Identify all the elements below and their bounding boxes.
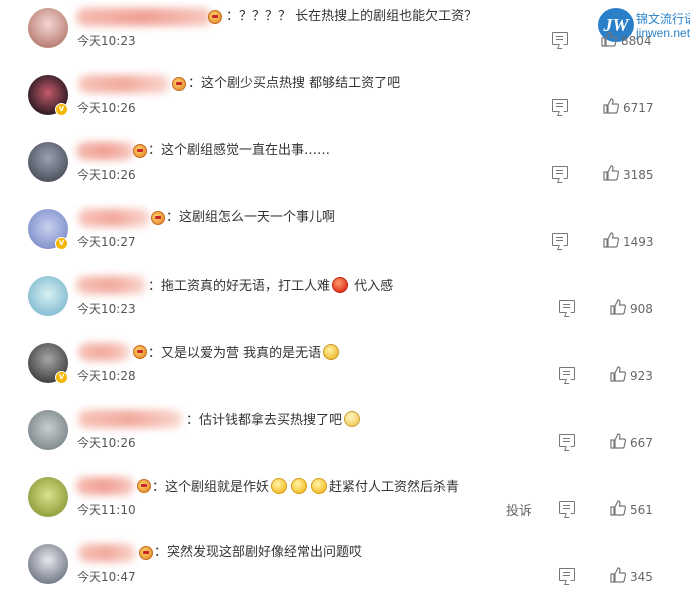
reply-icon[interactable]	[559, 300, 575, 313]
verified-badge-icon: V	[55, 371, 68, 384]
reply-icon[interactable]	[559, 434, 575, 447]
comment-time: 今天10:47	[77, 570, 136, 584]
username-blurred[interactable]	[76, 477, 134, 495]
comment-text: ：这个剧组感觉一直在出事……	[148, 143, 331, 158]
avatar[interactable]	[28, 8, 68, 48]
like-icon[interactable]	[603, 165, 619, 181]
comment-time: 今天10:28	[77, 369, 136, 383]
reply-icon[interactable]	[552, 99, 568, 112]
username-blurred[interactable]	[78, 75, 170, 93]
avatar[interactable]	[28, 477, 68, 517]
comment-text: ：？？？？ 长在热搜上的剧组也能欠工资？	[226, 9, 478, 24]
comment-item: ：这个剧组就是作妖 赶紧付人工资然后杀青 今天11:10 投诉 561	[0, 469, 690, 536]
verified-badge-icon: V	[55, 103, 68, 116]
comment-text-part: 赶紧付人工资然后杀青	[329, 480, 460, 495]
comment-item: ：拖工资真的好无语，打工人难 代入感 今天10:23 908	[0, 268, 690, 335]
like-icon[interactable]	[610, 567, 626, 583]
avatar[interactable]	[28, 410, 68, 450]
like-count: 3185	[623, 168, 654, 182]
comment-time: 今天11:10	[77, 503, 136, 517]
username-blurred[interactable]	[78, 544, 136, 562]
cat-emoji-icon	[344, 411, 361, 427]
tired-emoji-icon	[323, 344, 340, 360]
comment-item: V ：这剧组怎么一天一个事儿啊 今天10:27 1493	[0, 201, 690, 268]
like-count: 1493	[623, 235, 654, 249]
like-icon[interactable]	[610, 433, 626, 449]
comment-item: ：突然发现这部剧好像经常出问题哎 今天10:47 345	[0, 536, 690, 603]
username-blurred[interactable]	[78, 410, 182, 428]
comment-item: ：这个剧组感觉一直在出事…… 今天10:26 3185	[0, 134, 690, 201]
smile-emoji-icon	[271, 478, 288, 494]
username-blurred[interactable]	[78, 343, 130, 361]
like-icon[interactable]	[610, 500, 626, 516]
comment-text-part: ：这个剧组就是作妖	[152, 480, 270, 495]
fan-badge-icon	[172, 77, 186, 91]
reply-icon[interactable]	[552, 32, 568, 45]
username-blurred[interactable]	[76, 276, 146, 294]
angry-emoji-icon	[332, 277, 349, 293]
comment-item: V ：又是以爱为营 我真的是无语 今天10:28 923	[0, 335, 690, 402]
comment-text: ：这个剧组就是作妖 赶紧付人工资然后杀青	[152, 478, 459, 496]
fan-badge-icon	[133, 345, 147, 359]
avatar[interactable]	[28, 544, 68, 584]
comment-text-part: ：又是以爱为营 我真的是无语	[148, 346, 322, 361]
comment-item: V ：这个剧少买点热搜 都够结工资了吧 今天10:26 6717	[0, 67, 690, 134]
comment-text: ：又是以爱为营 我真的是无语	[148, 344, 341, 362]
reply-icon[interactable]	[559, 367, 575, 380]
comment-item: ：？？？？ 长在热搜上的剧组也能欠工资？ 今天10:23 8804	[0, 0, 690, 67]
reply-icon[interactable]	[552, 233, 568, 246]
comment-text: ：估计钱都拿去买热搜了吧	[186, 411, 362, 429]
like-count: 667	[630, 436, 653, 450]
fan-badge-icon	[139, 546, 153, 560]
like-icon[interactable]	[603, 232, 619, 248]
reply-icon[interactable]	[552, 166, 568, 179]
comment-time: 今天10:23	[77, 34, 136, 48]
comment-time: 今天10:27	[77, 235, 136, 249]
username-blurred[interactable]	[76, 8, 212, 26]
comment-time: 今天10:26	[77, 168, 136, 182]
fan-badge-icon	[208, 10, 222, 24]
like-icon[interactable]	[603, 98, 619, 114]
comment-text: ：突然发现这部剧好像经常出问题哎	[154, 545, 363, 560]
like-icon[interactable]	[601, 31, 617, 47]
comment-text: ：这剧组怎么一天一个事儿啊	[166, 210, 336, 225]
like-count: 561	[630, 503, 653, 517]
reply-icon[interactable]	[559, 568, 575, 581]
username-blurred[interactable]	[78, 209, 150, 227]
fan-badge-icon	[133, 144, 147, 158]
report-link[interactable]: 投诉	[506, 500, 532, 519]
like-icon[interactable]	[610, 299, 626, 315]
comment-time: 今天10:26	[77, 436, 136, 450]
verified-badge-icon: V	[55, 237, 68, 250]
fan-badge-icon	[137, 479, 151, 493]
like-count: 923	[630, 369, 653, 383]
comment-time: 今天10:26	[77, 101, 136, 115]
like-count: 6717	[623, 101, 654, 115]
smile-emoji-icon	[291, 478, 308, 494]
comment-text-part: ：估计钱都拿去买热搜了吧	[186, 413, 343, 428]
fan-badge-icon	[151, 211, 165, 225]
comment-time: 今天10:23	[77, 302, 136, 316]
comment-text: ：这个剧少买点热搜 都够结工资了吧	[188, 76, 401, 91]
reply-icon[interactable]	[559, 501, 575, 514]
comment-text-part: 代入感	[350, 279, 394, 294]
like-count: 345	[630, 570, 653, 584]
comment-text: ：拖工资真的好无语，打工人难 代入感	[148, 277, 393, 295]
comment-item: ：估计钱都拿去买热搜了吧 今天10:26 667	[0, 402, 690, 469]
like-count: 8804	[621, 34, 652, 48]
like-count: 908	[630, 302, 653, 316]
avatar[interactable]	[28, 276, 68, 316]
comment-text-part: ：拖工资真的好无语，打工人难	[148, 279, 331, 294]
username-blurred[interactable]	[76, 142, 134, 160]
like-icon[interactable]	[610, 366, 626, 382]
avatar[interactable]	[28, 142, 68, 182]
smile-emoji-icon	[311, 478, 328, 494]
